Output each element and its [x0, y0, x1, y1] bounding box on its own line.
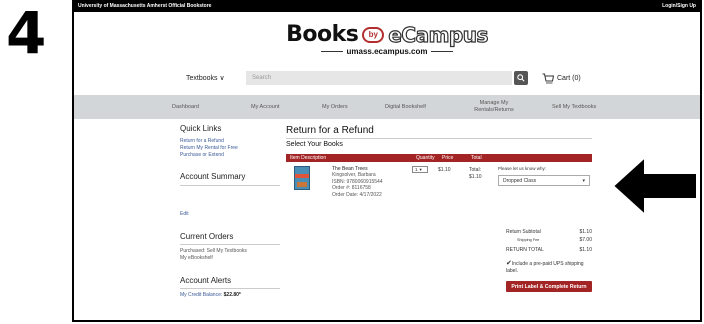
book-total-label: Total: — [469, 167, 481, 173]
nav-digital-bookshelf[interactable]: Digital Bookshelf — [385, 104, 426, 111]
search-icon — [517, 74, 525, 82]
cart-button[interactable]: Cart (0) — [542, 73, 581, 84]
cart-icon — [542, 73, 554, 83]
col-quantity: Quantity — [416, 155, 435, 161]
return-reason-select[interactable]: Dropped Class ▾ — [498, 175, 590, 186]
current-orders-heading: Current Orders — [180, 232, 234, 241]
tutorial-step-screenshot: 4 University of Massachusetts Amherst Of… — [0, 0, 704, 324]
divider — [180, 244, 280, 245]
quick-links-heading: Quick Links — [180, 124, 222, 133]
col-price: Price — [442, 155, 454, 161]
login-link[interactable]: Login/Sign Up — [662, 3, 696, 9]
logo-divider-right — [431, 51, 454, 52]
section-subtitle: Select Your Books — [286, 141, 343, 148]
cart-label: Cart (0) — [557, 74, 581, 82]
quick-link-return-rental[interactable]: Return My Rental for Free — [180, 145, 238, 152]
return-total-value: $1.10 — [579, 247, 592, 253]
page-title: Return for a Refund — [286, 125, 374, 136]
credit-label: My Credit Balance: — [180, 292, 223, 298]
chevron-down-icon: ∨ — [219, 75, 225, 82]
nav-manage-rentals[interactable]: Manage My Rentals/Returns — [469, 100, 519, 113]
nav-manage-line1: Manage My — [479, 100, 509, 106]
search-row: Textbooks ∨ Search Cart (0) — [186, 71, 636, 85]
edit-link[interactable]: Edit — [180, 211, 189, 218]
col-total: Total — [471, 155, 482, 161]
ups-label-option[interactable]: ✔Include a pre-paid UPS shipping label. — [506, 259, 592, 275]
current-order-purchased[interactable]: Purchased: Sell My Textbooks — [180, 248, 247, 255]
ups-label-text: Include a pre-paid UPS shipping label. — [506, 261, 584, 275]
quick-link-return-refund[interactable]: Return for a Refund — [180, 138, 224, 145]
search-button[interactable] — [514, 71, 528, 85]
book-cover-image — [294, 166, 310, 190]
return-subtotal-value: $1.10 — [579, 229, 592, 235]
quantity-select[interactable]: 1 ▾ — [412, 166, 428, 173]
main-nav: Dashboard My Account My Orders Digital B… — [74, 95, 700, 119]
site-logo[interactable]: Books by eCampus umass.ecampus.com — [74, 22, 700, 56]
shipping-fee-value: $7.00 — [579, 237, 592, 243]
book-price: $1.10 — [438, 167, 451, 173]
book-total-value: $1.10 — [469, 173, 482, 180]
logo-books-text: Books — [286, 22, 359, 47]
col-item-description: Item Description — [290, 155, 327, 161]
book-info: The Bean Trees Kingsolver, Barbara ISBN:… — [332, 166, 383, 198]
return-reason-value: Dropped Class — [503, 177, 537, 184]
category-label: Textbooks — [186, 75, 218, 82]
nav-my-account[interactable]: My Account — [251, 104, 279, 111]
logo-domain: umass.ecampus.com — [346, 47, 428, 56]
chevron-down-icon: ▾ — [419, 166, 422, 172]
divider — [286, 138, 592, 139]
credit-balance: My Credit Balance: $22.80* — [180, 292, 241, 299]
table-header: Item Description Quantity Price Total — [286, 154, 592, 162]
divider — [180, 288, 280, 289]
print-label-complete-return-button[interactable]: Print Label & Complete Return — [506, 281, 592, 292]
book-total: Total: $1.10 — [469, 167, 482, 180]
browser-frame: University of Massachusetts Amherst Offi… — [72, 0, 702, 322]
chevron-down-icon: ▾ — [582, 177, 585, 184]
credit-value: $22.80* — [223, 292, 241, 298]
logo-divider-left — [320, 51, 343, 52]
quantity-value: 1 — [415, 167, 418, 172]
return-total-label: RETURN TOTAL — [506, 247, 544, 253]
category-dropdown[interactable]: Textbooks ∨ — [186, 74, 246, 82]
pointer-arrow-icon — [611, 155, 698, 217]
return-subtotal-label: Return Subtotal — [506, 229, 541, 235]
logo-by-badge: by — [362, 26, 385, 43]
step-number: 4 — [6, 0, 47, 67]
top-bar: University of Massachusetts Amherst Offi… — [74, 0, 700, 12]
nav-manage-line2: Rentals/Returns — [474, 106, 514, 113]
book-author: Kingsolver, Barbara — [332, 172, 376, 179]
account-alerts-heading: Account Alerts — [180, 276, 232, 285]
shipping-fee-label: Shipping Fee — [517, 238, 540, 242]
logo-ecampus-text: eCampus — [388, 22, 489, 47]
nav-my-orders[interactable]: My Orders — [322, 104, 348, 111]
account-summary-heading: Account Summary — [180, 172, 246, 181]
return-reason-label: Please let us know why: — [498, 166, 547, 171]
store-name: University of Massachusetts Amherst Offi… — [78, 3, 212, 9]
current-order-ebookshelf[interactable]: My eBookshelf — [180, 255, 213, 262]
nav-sell-textbooks[interactable]: Sell My Textbooks — [552, 104, 596, 111]
book-order-date: Order Date: 4/17/2022 — [332, 191, 382, 198]
nav-dashboard[interactable]: Dashboard — [172, 104, 199, 111]
divider — [180, 185, 280, 186]
quick-link-purchase-extend[interactable]: Purchase or Extend — [180, 152, 224, 159]
search-input[interactable]: Search — [246, 71, 512, 85]
